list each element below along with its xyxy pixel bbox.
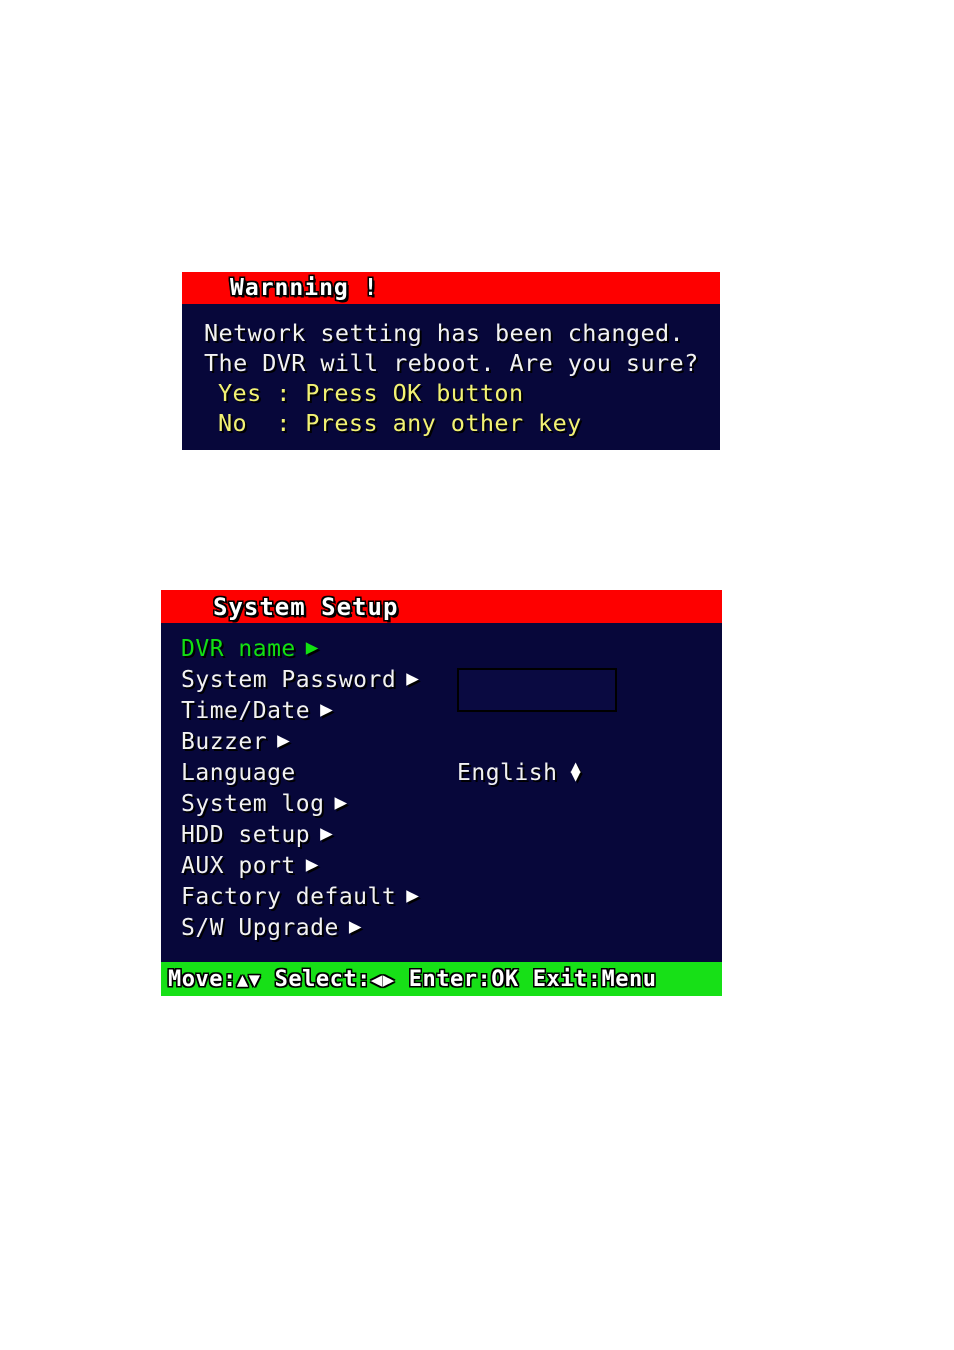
menu-item-label: System log	[181, 790, 325, 817]
menu-item-label: Language	[181, 759, 296, 786]
warning-message-line-1: Network setting has been changed.	[204, 319, 685, 347]
menu-item-system-log[interactable]: System log ▶	[161, 788, 722, 819]
chevron-right-icon: ▶	[277, 728, 291, 752]
menu-item-dvr-name[interactable]: DVR name ▶	[161, 633, 722, 664]
chevron-right-icon: ▶	[305, 635, 319, 659]
dvr-name-input[interactable]	[457, 668, 617, 712]
menu-item-label: DVR name	[181, 635, 296, 662]
chevron-right-icon: ▶	[406, 666, 420, 690]
chevron-right-icon: ▶	[320, 821, 334, 845]
menu-item-sw-upgrade[interactable]: S/W Upgrade ▶	[161, 912, 722, 943]
warning-option-yes[interactable]: Yes : Press OK button	[182, 378, 720, 408]
system-setup-title: System Setup	[213, 592, 399, 621]
warning-option-no[interactable]: No : Press any other key	[182, 408, 720, 438]
menu-item-label: Buzzer	[181, 728, 268, 755]
footer-hint-enter: Enter:OK	[409, 967, 519, 992]
system-setup-menu: System Setup DVR name ▶ System Password …	[161, 590, 722, 996]
menu-item-aux-port[interactable]: AUX port ▶	[161, 850, 722, 881]
chevron-right-icon: ▶	[334, 790, 348, 814]
menu-item-label: AUX port	[181, 852, 296, 879]
warning-dialog-title: Warnning !	[230, 275, 379, 301]
language-value-group[interactable]: English ▲ ▼	[457, 758, 581, 786]
footer-hint-exit: Exit:Menu	[533, 967, 657, 992]
up-down-triangles-icon: ▲▼	[236, 968, 261, 991]
footer-hint-exit-key: Menu	[601, 966, 657, 992]
menu-item-label: Factory default	[181, 883, 397, 910]
footer-hint-enter-key: OK	[491, 966, 519, 992]
menu-item-label: HDD setup	[181, 821, 311, 848]
chevron-right-icon: ▶	[320, 697, 334, 721]
up-down-arrows-icon[interactable]: ▲ ▼	[570, 758, 581, 784]
footer-hint-exit-label: Exit:	[532, 966, 602, 992]
menu-item-label: S/W Upgrade	[181, 914, 339, 941]
menu-item-factory-default[interactable]: Factory default ▶	[161, 881, 722, 912]
menu-item-buzzer[interactable]: Buzzer ▶	[161, 726, 722, 757]
footer-hint-select-label: Select:	[274, 966, 371, 992]
system-setup-item-list: DVR name ▶ System Password ▶ Time/Date ▶…	[161, 623, 722, 955]
menu-item-label: System Password	[181, 666, 397, 693]
footer-hint-enter-label: Enter:	[408, 966, 492, 992]
language-value: English	[457, 759, 558, 786]
chevron-right-icon: ▶	[406, 883, 420, 907]
menu-item-hdd-setup[interactable]: HDD setup ▶	[161, 819, 722, 850]
footer-hint-move-label: Move:	[168, 966, 237, 992]
menu-item-label: Time/Date	[181, 697, 311, 724]
chevron-right-icon: ▶	[305, 852, 319, 876]
warning-dialog-titlebar: Warnning !	[182, 272, 720, 304]
chevron-right-icon: ▶	[348, 914, 362, 938]
footer-hint-move: Move:▲▼	[168, 967, 261, 992]
left-right-triangles-icon: ◀▶	[370, 968, 395, 991]
warning-dialog-body: Network setting has been changed. The DV…	[182, 304, 720, 438]
warning-message-line-2: The DVR will reboot. Are you sure?	[204, 349, 699, 377]
menu-item-system-password[interactable]: System Password ▶	[161, 664, 722, 695]
menu-item-language[interactable]: Language English ▲ ▼	[161, 757, 722, 788]
footer-hint-select: Select:◀▶	[275, 967, 395, 992]
warning-dialog: Warnning ! Network setting has been chan…	[182, 272, 720, 450]
system-setup-footer: Move:▲▼ Select:◀▶ Enter:OK Exit:Menu	[161, 962, 722, 996]
system-setup-titlebar: System Setup	[161, 590, 722, 623]
menu-item-time-date[interactable]: Time/Date ▶	[161, 695, 722, 726]
